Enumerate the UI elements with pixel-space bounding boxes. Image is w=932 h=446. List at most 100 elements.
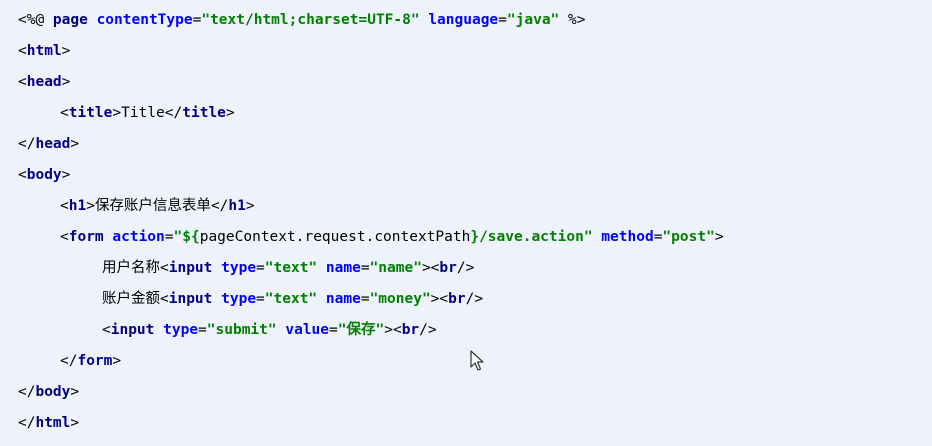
code-token-punct: ><	[430, 291, 449, 307]
code-token-punct: />	[419, 322, 437, 338]
code-token-tag: body	[26, 167, 62, 183]
code-token-punct: =	[360, 260, 370, 276]
code-token-tag: form	[68, 229, 104, 245]
code-line[interactable]: <h1>保存账户信息表单</h1>	[60, 196, 255, 216]
code-line[interactable]: <form action="${pageContext.request.cont…	[60, 227, 724, 247]
code-token-text: Title	[121, 105, 165, 121]
code-token-punct: <	[18, 167, 27, 183]
code-token-punct: <	[160, 291, 169, 307]
code-line[interactable]: </form>	[60, 351, 121, 371]
code-token-tag: h1	[68, 198, 87, 214]
code-line[interactable]: 账户金额<input type="text" name="money"><br/…	[102, 289, 483, 309]
code-token-tag: head	[35, 136, 71, 152]
code-token-str: "java"	[506, 12, 560, 28]
code-token-attr: value	[285, 322, 330, 338]
code-token-punct: />	[465, 291, 484, 307]
code-line[interactable]: <%@ page contentType = "text/html;charset=…	[18, 10, 586, 30]
code-token-punct: <%@	[18, 12, 53, 28]
code-token-punct: </	[60, 353, 78, 369]
code-token-attr: action	[112, 229, 165, 245]
code-token-text: 保存账户信息表单	[94, 198, 211, 214]
code-token-attr: name	[325, 291, 361, 307]
code-token-punct: >	[225, 105, 235, 121]
code-token-punct: =	[198, 322, 207, 338]
code-editor[interactable]: <%@ page contentType = "text/html;charset=…	[0, 0, 932, 446]
code-token-punct: ><	[421, 260, 440, 276]
code-token-punct: <	[102, 322, 111, 338]
code-token-str: "text"	[264, 260, 318, 276]
code-token-str: "text"	[264, 291, 318, 307]
code-token-tag: input	[168, 291, 213, 307]
code-token-punct: </	[164, 105, 183, 121]
code-token-punct: >	[714, 229, 724, 245]
code-token-punct: =	[164, 229, 174, 245]
code-token-punct: >	[245, 198, 255, 214]
code-token-tag: br	[448, 291, 466, 307]
code-line[interactable]: </head>	[18, 134, 79, 154]
code-token-punct: </	[18, 415, 36, 431]
code-token-attr: name	[325, 260, 361, 276]
mouse-pointer-icon	[470, 350, 486, 372]
code-token-text: pageContext.request.contextPath	[199, 229, 471, 245]
code-token-punct: =	[329, 322, 338, 338]
code-token-punct: >	[70, 384, 80, 400]
code-token-tag: title	[182, 105, 226, 121]
code-line[interactable]: <head>	[18, 72, 70, 92]
code-token-str: "submit"	[206, 322, 277, 338]
code-token-attr: type	[163, 322, 199, 338]
code-token-punct: />	[456, 260, 475, 276]
code-token-punct: </	[18, 384, 36, 400]
code-token-punct: >	[112, 353, 122, 369]
code-line[interactable]: <input type="submit" value="保存"><br/>	[102, 320, 437, 340]
code-token-str: "name"	[369, 260, 422, 276]
code-token-attr: contentType	[96, 12, 193, 28]
code-token-text: 账户金额	[102, 291, 160, 307]
code-line[interactable]: </body>	[18, 382, 79, 402]
code-line[interactable]: <body>	[18, 165, 70, 185]
code-token-attr: type	[221, 291, 257, 307]
code-token-punct: >	[70, 415, 80, 431]
code-token-punct: =	[256, 260, 265, 276]
code-token-punct: >	[61, 167, 71, 183]
code-token-punct: </	[210, 198, 229, 214]
code-token-punct: <	[60, 105, 69, 121]
code-token-str: "${	[173, 229, 200, 245]
code-token-punct: ><	[384, 322, 402, 338]
code-token-punct: <	[160, 260, 169, 276]
code-line[interactable]: <html>	[18, 41, 70, 61]
code-token-tag: br	[439, 260, 457, 276]
code-token-punct: =	[256, 291, 265, 307]
code-token-str: "post"	[662, 229, 715, 245]
code-token-attr: method	[601, 229, 654, 245]
code-token-tag: title	[68, 105, 113, 121]
code-token-str: }/save.action"	[470, 229, 593, 245]
code-token-tag: head	[26, 74, 62, 90]
code-token-attr: type	[221, 260, 257, 276]
code-token-punct: <	[18, 74, 27, 90]
code-token-tag: form	[77, 353, 113, 369]
code-token-str: "text/html;charset=UTF-8"	[201, 12, 420, 28]
code-token-punct: >	[112, 105, 122, 121]
code-token-punct: <	[60, 229, 69, 245]
code-token-tag: h1	[228, 198, 246, 214]
code-token-dir: page	[52, 12, 88, 28]
code-token-punct: </	[18, 136, 36, 152]
code-token-str: "保存"	[337, 322, 385, 338]
code-line[interactable]: <title>Title</title>	[60, 103, 235, 123]
code-line[interactable]: </html>	[18, 413, 79, 433]
code-token-tag: input	[168, 260, 213, 276]
code-token-tag: html	[35, 415, 71, 431]
code-token-punct: %>	[559, 12, 586, 28]
code-token-tag: br	[401, 322, 420, 338]
code-token-punct: <	[18, 43, 27, 59]
code-token-text: 用户名称	[102, 260, 160, 276]
code-token-punct: =	[498, 12, 507, 28]
code-token-punct: >	[61, 74, 71, 90]
code-token-punct: <	[60, 198, 69, 214]
code-line[interactable]: 用户名称<input type="text" name="name"><br/>	[102, 258, 474, 278]
